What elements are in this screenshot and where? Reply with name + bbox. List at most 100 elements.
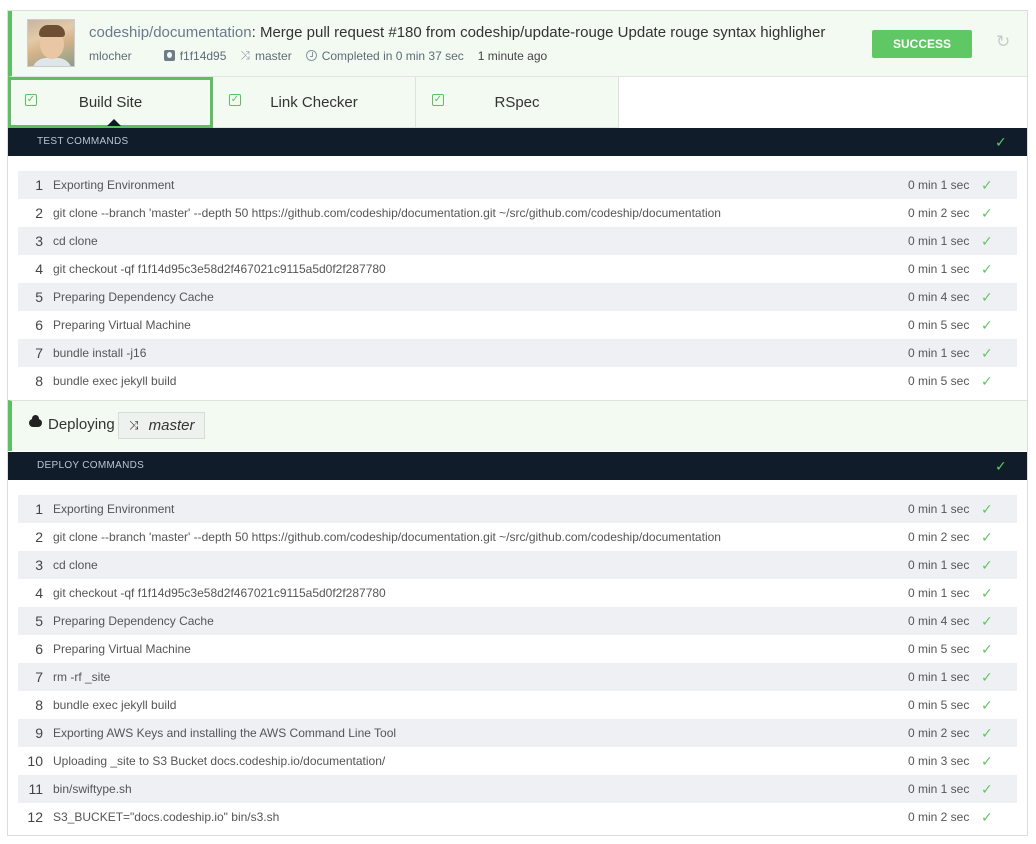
command-row[interactable]: 5 Preparing Dependency Cache 0 min 4 sec ✓ xyxy=(18,607,1017,635)
command-number: 2 xyxy=(35,529,43,545)
command-number: 7 xyxy=(35,669,43,685)
command-number: 4 xyxy=(35,585,43,601)
active-tab-caret xyxy=(107,119,121,126)
build-title: codeship/documentation: Merge pull reque… xyxy=(89,24,825,41)
command-number: 6 xyxy=(35,317,43,333)
repo-link[interactable]: codeship/documentation xyxy=(89,24,252,41)
github-icon xyxy=(163,50,175,61)
command-text: Preparing Virtual Machine xyxy=(53,642,191,656)
command-number: 1 xyxy=(35,501,43,517)
command-row[interactable]: 2 git clone --branch 'master' --depth 50 … xyxy=(18,523,1017,551)
command-duration: 0 min 2 sec xyxy=(908,810,970,824)
command-duration: 0 min 2 sec xyxy=(908,726,970,740)
command-text: git clone --branch 'master' --depth 50 h… xyxy=(53,530,721,544)
build-header: codeship/documentation: Merge pull reque… xyxy=(8,11,1027,77)
command-text: Preparing Dependency Cache xyxy=(53,614,214,628)
command-duration: 0 min 1 sec xyxy=(908,558,970,572)
build-meta: mlocher f1f14d95 ⤨ master Completed in 0… xyxy=(89,48,561,63)
command-row[interactable]: 3 cd clone 0 min 1 sec ✓ xyxy=(18,551,1017,579)
command-row[interactable]: 5 Preparing Dependency Cache 0 min 4 sec ✓ xyxy=(18,283,1017,311)
command-row[interactable]: 10 Uploading _site to S3 Bucket docs.code… xyxy=(18,747,1017,775)
section-title: TEST COMMANDS xyxy=(37,136,129,147)
command-duration: 0 min 1 sec xyxy=(908,262,970,276)
duration-item: Completed in 0 min 37 sec xyxy=(305,49,464,63)
command-text: bundle install -j16 xyxy=(53,346,147,360)
command-number: 8 xyxy=(35,373,43,389)
branch-icon: ⤨ xyxy=(240,48,251,62)
command-row[interactable]: 6 Preparing Virtual Machine 0 min 5 sec ✓ xyxy=(18,635,1017,663)
command-text: rm -rf _site xyxy=(53,670,111,684)
command-text: Uploading _site to S3 Bucket docs.codesh… xyxy=(53,754,386,768)
command-row[interactable]: 4 git checkout -qf f1f14d95c3e58d2f467021… xyxy=(18,579,1017,607)
command-row[interactable]: 2 git clone --branch 'master' --depth 50 … xyxy=(18,199,1017,227)
test-command-list: 1 Exporting Environment 0 min 1 sec ✓ 2 git c… xyxy=(18,171,1017,395)
tab-label: Link Checker xyxy=(270,94,358,111)
restart-icon[interactable]: ↻ xyxy=(996,32,1010,52)
command-row[interactable]: 9 Exporting AWS Keys and installing the A… xyxy=(18,719,1017,747)
check-icon: ✓ xyxy=(981,345,993,361)
command-row[interactable]: 3 cd clone 0 min 1 sec ✓ xyxy=(18,227,1017,255)
commit-sha: f1f14d95 xyxy=(179,48,227,63)
command-number: 5 xyxy=(35,289,43,305)
check-icon: ✓ xyxy=(981,261,993,277)
check-icon: ✓ xyxy=(981,809,993,825)
command-text: git clone --branch 'master' --depth 50 h… xyxy=(53,206,721,220)
command-text: git checkout -qf f1f14d95c3e58d2f467021c… xyxy=(53,586,386,600)
command-duration: 0 min 4 sec xyxy=(908,290,970,304)
command-text: Preparing Virtual Machine xyxy=(53,318,191,332)
command-number: 3 xyxy=(35,557,43,573)
status-badge[interactable]: SUCCESS xyxy=(872,30,972,58)
command-duration: 0 min 5 sec xyxy=(908,642,970,656)
avatar[interactable] xyxy=(27,19,75,67)
commit-item[interactable]: f1f14d95 xyxy=(163,48,227,63)
command-row[interactable]: 8 bundle exec jekyll build 0 min 5 sec ✓ xyxy=(18,367,1017,395)
command-text: S3_BUCKET="docs.codeship.io" bin/s3.sh xyxy=(53,810,280,824)
branch-item[interactable]: ⤨ master xyxy=(240,48,291,63)
command-row[interactable]: 12 S3_BUCKET="docs.codeship.io" bin/s3.sh… xyxy=(18,803,1017,831)
check-icon: ✓ xyxy=(981,641,993,657)
command-row[interactable]: 7 rm -rf _site 0 min 1 sec ✓ xyxy=(18,663,1017,691)
tab-build-site[interactable]: ✓ Build Site xyxy=(8,77,213,128)
command-row[interactable]: 1 Exporting Environment 0 min 1 sec ✓ xyxy=(18,495,1017,523)
deploy-label: Deploying xyxy=(48,416,115,433)
command-row[interactable]: 11 bin/swiftype.sh 0 min 1 sec ✓ xyxy=(18,775,1017,803)
command-row[interactable]: 6 Preparing Virtual Machine 0 min 5 sec ✓ xyxy=(18,311,1017,339)
command-duration: 0 min 2 sec xyxy=(908,530,970,544)
command-text: Exporting Environment xyxy=(53,178,175,192)
tab-link-checker[interactable]: ✓ Link Checker xyxy=(213,77,416,128)
command-number: 10 xyxy=(27,753,43,769)
check-icon: ✓ xyxy=(981,373,993,389)
command-number: 12 xyxy=(27,809,43,825)
section-check-icon: ✓ xyxy=(994,458,1007,474)
tab-label: Build Site xyxy=(78,94,143,111)
command-row[interactable]: 1 Exporting Environment 0 min 1 sec ✓ xyxy=(18,171,1017,199)
command-number: 7 xyxy=(35,345,43,361)
command-row[interactable]: 4 git checkout -qf f1f14d95c3e58d2f467021… xyxy=(18,255,1017,283)
command-duration: 0 min 5 sec xyxy=(908,698,970,712)
command-duration: 0 min 1 sec xyxy=(908,502,970,516)
tab-rspec[interactable]: ✓ RSpec xyxy=(416,77,619,128)
deploy-branch-name: master xyxy=(148,417,195,434)
command-duration: 0 min 1 sec xyxy=(908,586,970,600)
build-panel: codeship/documentation: Merge pull reque… xyxy=(7,10,1028,836)
deploy-bar: Deploying ⤨ master xyxy=(8,400,1027,451)
command-duration: 0 min 2 sec xyxy=(908,206,970,220)
check-icon: ✓ xyxy=(981,725,993,741)
test-commands-header[interactable]: TEST COMMANDS ✓ xyxy=(8,128,1027,156)
command-duration: 0 min 1 sec xyxy=(908,346,970,360)
command-duration: 0 min 1 sec xyxy=(908,670,970,684)
command-number: 4 xyxy=(35,261,43,277)
command-number: 3 xyxy=(35,233,43,249)
check-icon: ✓ xyxy=(981,753,993,769)
command-row[interactable]: 7 bundle install -j16 0 min 1 sec ✓ xyxy=(18,339,1017,367)
author[interactable]: mlocher xyxy=(89,49,132,63)
command-text: Exporting Environment xyxy=(53,502,175,516)
command-number: 9 xyxy=(35,725,43,741)
command-text: cd clone xyxy=(53,558,98,572)
deploy-branch[interactable]: ⤨ master xyxy=(118,412,206,439)
deploy-commands-header[interactable]: DEPLOY COMMANDS ✓ xyxy=(8,452,1027,480)
section-title: DEPLOY COMMANDS xyxy=(37,460,145,471)
command-number: 5 xyxy=(35,613,43,629)
command-text: bundle exec jekyll build xyxy=(53,698,177,712)
command-row[interactable]: 8 bundle exec jekyll build 0 min 5 sec ✓ xyxy=(18,691,1017,719)
